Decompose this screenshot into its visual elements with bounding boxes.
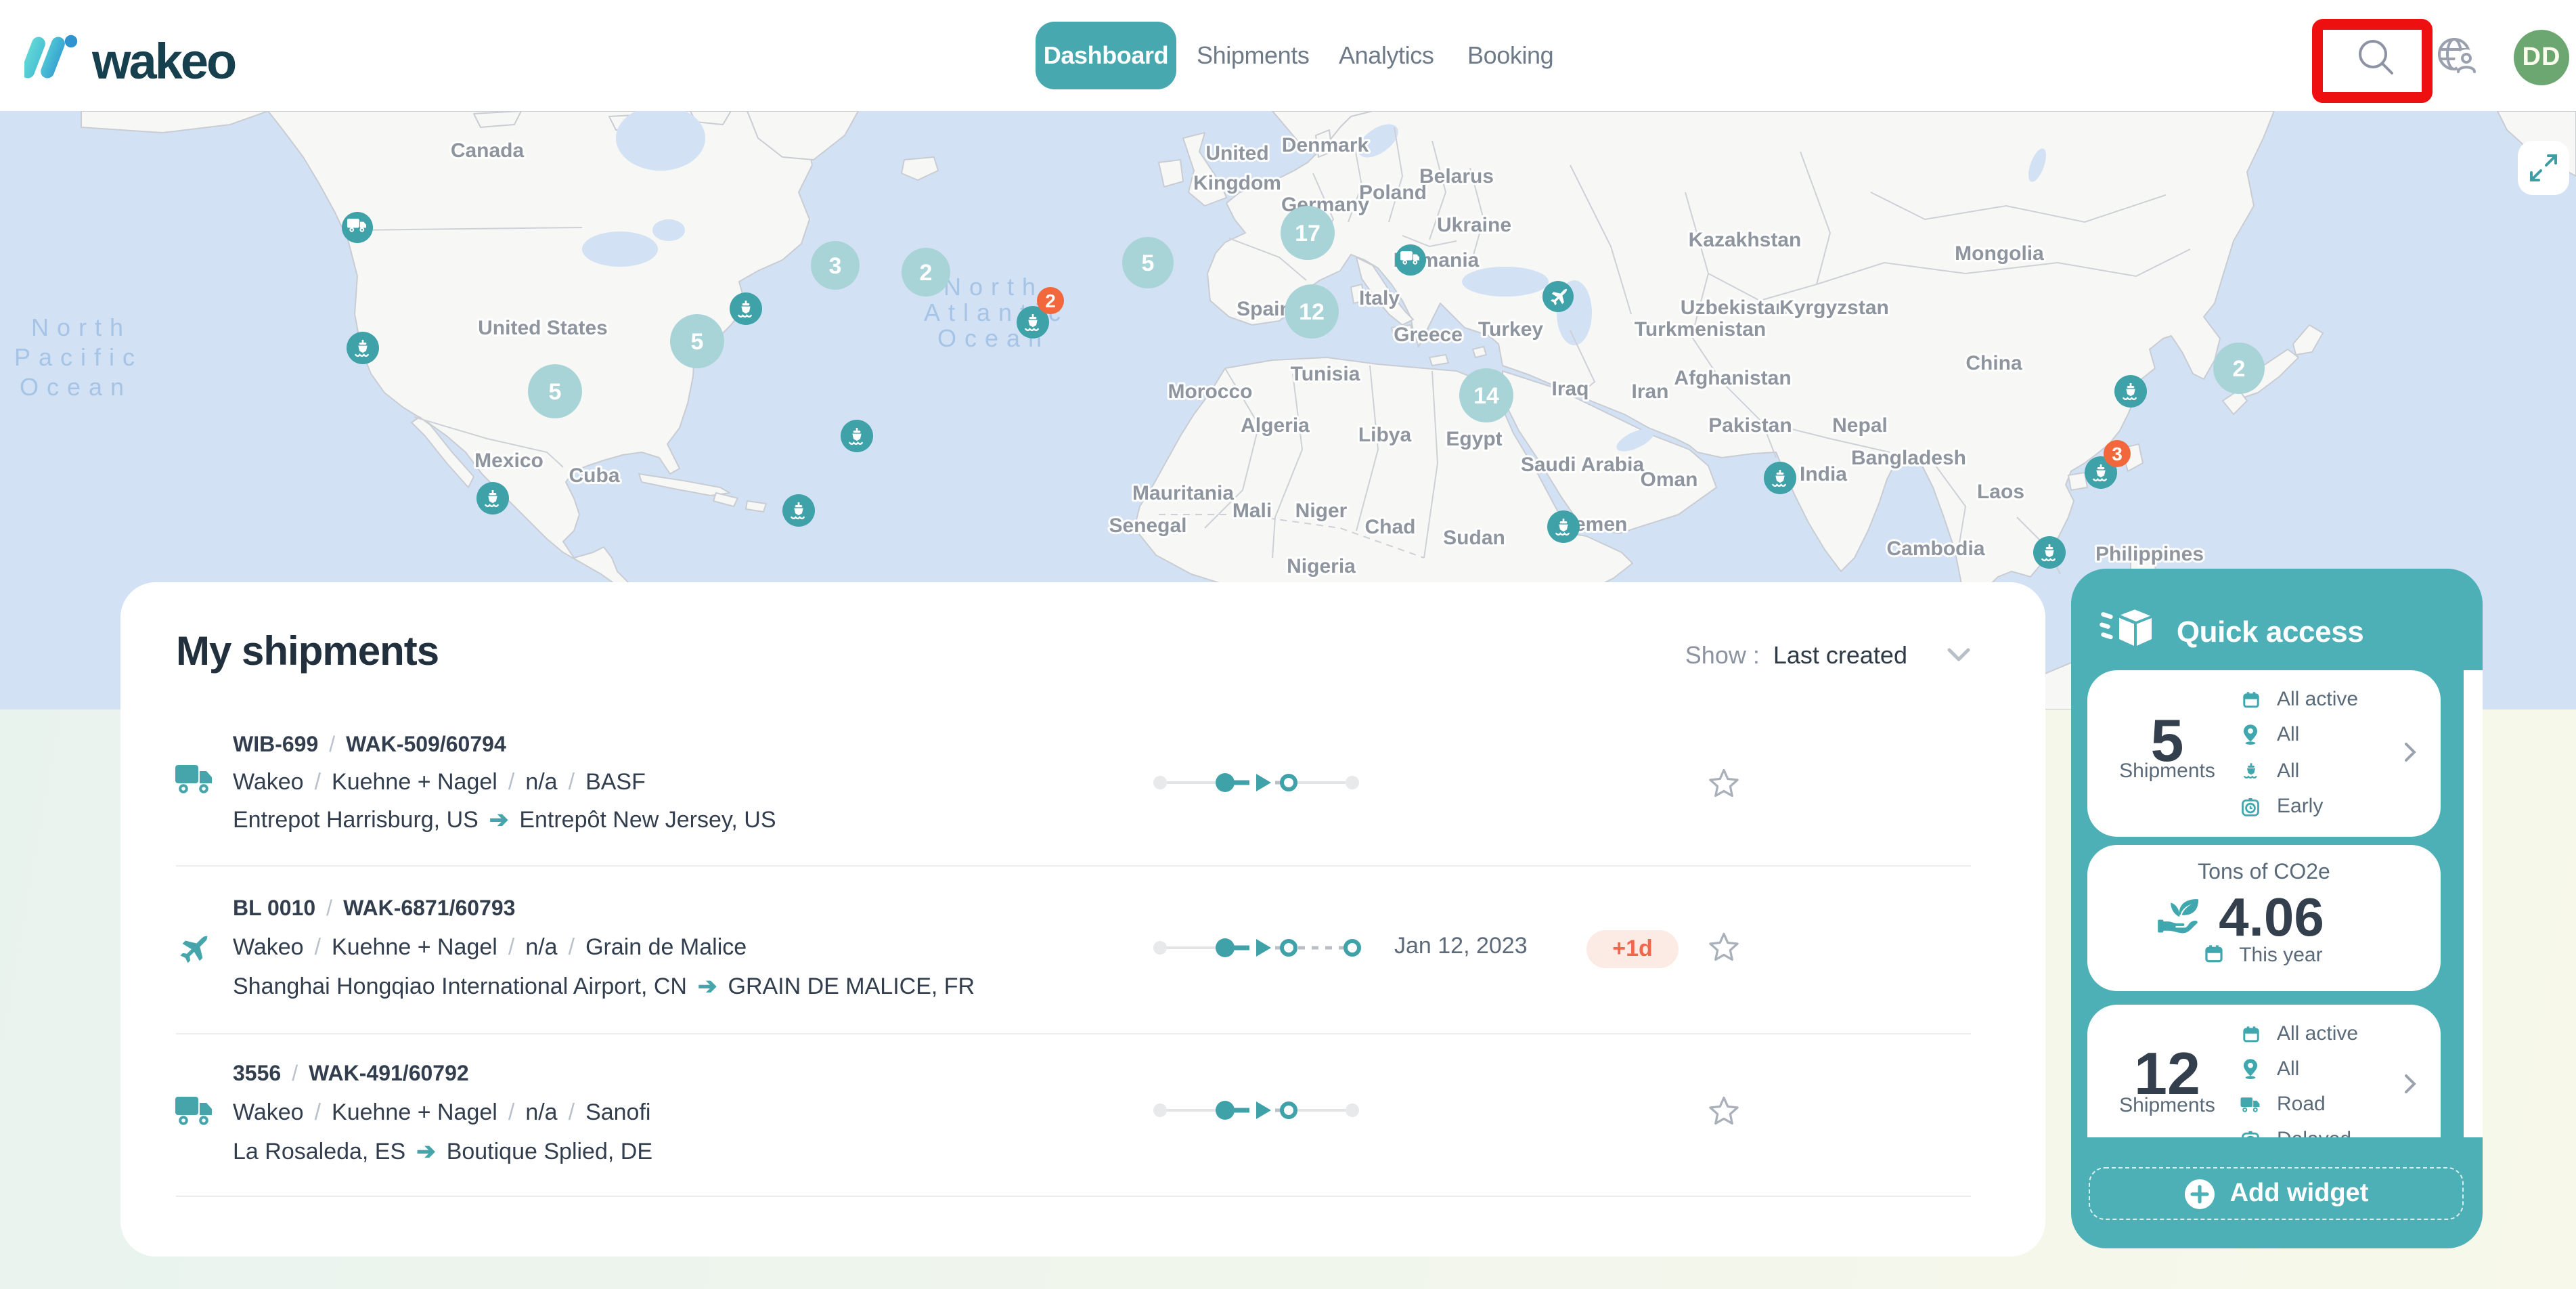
svg-text:Iran: Iran bbox=[1631, 380, 1668, 403]
svg-text:Pacific: Pacific bbox=[14, 343, 143, 371]
svg-text:Morocco: Morocco bbox=[1168, 380, 1252, 403]
svg-text:Denmark: Denmark bbox=[1282, 134, 1369, 156]
svg-text:2: 2 bbox=[2233, 356, 2246, 382]
svg-text:3: 3 bbox=[829, 253, 842, 279]
svg-text:Egypt: Egypt bbox=[1446, 428, 1502, 450]
svg-text:Cambodia: Cambodia bbox=[1886, 538, 1984, 560]
svg-text:5: 5 bbox=[549, 379, 562, 405]
svg-text:North: North bbox=[31, 313, 131, 341]
svg-text:Belarus: Belarus bbox=[1419, 165, 1494, 188]
svg-text:12: 12 bbox=[1299, 299, 1325, 325]
svg-text:Tunisia: Tunisia bbox=[1291, 363, 1360, 385]
svg-text:Philippines: Philippines bbox=[2095, 543, 2204, 565]
svg-text:Afghanistan: Afghanistan bbox=[1674, 367, 1791, 389]
svg-text:Spain: Spain bbox=[1237, 298, 1292, 320]
svg-text:Kingdom: Kingdom bbox=[1193, 172, 1281, 194]
svg-text:2: 2 bbox=[920, 260, 933, 286]
svg-text:Nigeria: Nigeria bbox=[1287, 555, 1356, 577]
svg-text:China: China bbox=[1966, 352, 2022, 374]
svg-text:2: 2 bbox=[1045, 290, 1056, 311]
svg-text:Bangladesh: Bangladesh bbox=[1851, 447, 1966, 469]
svg-text:Nepal: Nepal bbox=[1832, 414, 1888, 437]
svg-text:Pakistan: Pakistan bbox=[1708, 414, 1792, 437]
svg-text:Iraq: Iraq bbox=[1551, 378, 1589, 400]
svg-text:Mali: Mali bbox=[1233, 500, 1272, 522]
svg-text:United States: United States bbox=[478, 317, 608, 339]
svg-text:17: 17 bbox=[1295, 221, 1320, 246]
svg-text:5: 5 bbox=[1142, 250, 1155, 276]
svg-text:Oman: Oman bbox=[1640, 468, 1697, 491]
svg-text:India: India bbox=[1800, 463, 1847, 485]
svg-text:Uzbekistan: Uzbekistan bbox=[1681, 297, 1787, 319]
svg-text:United: United bbox=[1205, 142, 1268, 165]
svg-text:Niger: Niger bbox=[1295, 500, 1348, 522]
svg-text:5: 5 bbox=[691, 329, 704, 355]
svg-text:Laos: Laos bbox=[1977, 481, 2024, 503]
svg-text:Canada: Canada bbox=[451, 139, 525, 162]
svg-text:Algeria: Algeria bbox=[1241, 414, 1310, 437]
svg-text:Greece: Greece bbox=[1394, 324, 1463, 346]
svg-text:Chad: Chad bbox=[1365, 516, 1416, 538]
svg-text:14: 14 bbox=[1473, 383, 1499, 409]
svg-text:Kazakhstan: Kazakhstan bbox=[1689, 229, 1802, 251]
svg-text:Turkey: Turkey bbox=[1478, 318, 1543, 341]
svg-text:Cuba: Cuba bbox=[569, 464, 620, 487]
svg-text:Sudan: Sudan bbox=[1443, 527, 1505, 549]
svg-text:Mexico: Mexico bbox=[474, 450, 543, 472]
svg-text:Turkmenistan: Turkmenistan bbox=[1635, 318, 1767, 341]
svg-text:Senegal: Senegal bbox=[1109, 515, 1186, 537]
svg-text:Libya: Libya bbox=[1358, 424, 1412, 446]
svg-text:Kyrgyzstan: Kyrgyzstan bbox=[1779, 297, 1889, 319]
svg-text:Ocean: Ocean bbox=[20, 373, 132, 401]
svg-text:Mauritania: Mauritania bbox=[1132, 482, 1234, 504]
svg-text:Poland: Poland bbox=[1359, 181, 1427, 204]
svg-text:Italy: Italy bbox=[1359, 287, 1400, 309]
svg-text:3: 3 bbox=[2112, 443, 2123, 464]
svg-text:North: North bbox=[943, 273, 1044, 301]
svg-text:Mongolia: Mongolia bbox=[1955, 242, 2044, 265]
svg-text:Saudi Arabia: Saudi Arabia bbox=[1521, 454, 1645, 476]
svg-text:Ukraine: Ukraine bbox=[1437, 214, 1511, 236]
